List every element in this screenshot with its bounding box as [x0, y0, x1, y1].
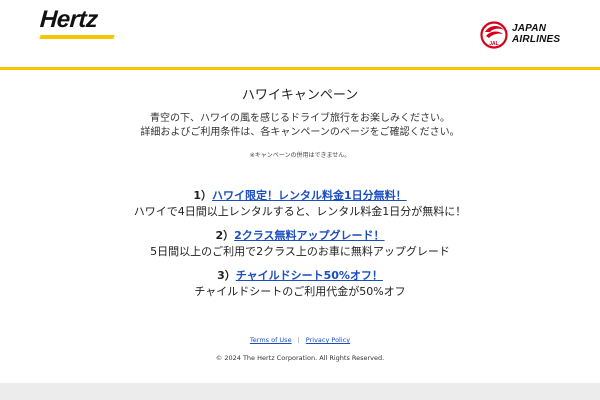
copyright-text: © 2024 The Hertz Corporation. All Rights… [215, 354, 385, 362]
hertz-logo[interactable]: Hertz [39, 6, 115, 40]
campaign-item-3: 3）チャイルドシート50%オフ！ チャイルドシートのご利用代金が50%オフ [0, 268, 600, 300]
jal-logo[interactable]: JAL JAPAN AIRLINES [480, 20, 580, 50]
campaign-item-1: 1）ハワイ限定！レンタル料金1日分無料！ ハワイで4日間以上レンタルすると、レン… [0, 188, 600, 220]
campaign-note: ※キャンペーンの併用はできません。 [249, 152, 351, 159]
bottom-band [0, 383, 600, 400]
header: Hertz JAL JAPAN AIRLINES [0, 0, 600, 68]
hertz-logo-text: Hertz [39, 6, 99, 33]
campaign-number: 1） [193, 189, 212, 202]
hertz-logo-underline [39, 35, 115, 39]
jal-wordmark: JAPAN AIRLINES [512, 23, 560, 45]
campaign-description: ハワイで4日間以上レンタルすると、レンタル料金1日分が無料に！ [133, 205, 467, 218]
campaign-number: 3） [217, 269, 236, 282]
jal-mark-text: JAL [489, 41, 498, 47]
terms-of-use-link[interactable]: Terms of Use [250, 336, 292, 344]
footer-links: Terms of Use | Privacy Policy [0, 336, 600, 344]
campaign-heading: 3）チャイルドシート50%オフ！ [0, 268, 600, 284]
header-divider [0, 67, 600, 70]
jal-crane-icon: JAL [480, 21, 508, 49]
privacy-policy-link[interactable]: Privacy Policy [306, 336, 350, 344]
campaign-link-upgrade[interactable]: 2クラス無料アップグレード！ [234, 229, 384, 242]
campaign-heading: 1）ハワイ限定！レンタル料金1日分無料！ [0, 188, 600, 204]
intro-line-1: 青空の下、ハワイの風を感じるドライブ旅行をお楽しみください。 [150, 113, 450, 124]
intro-text: 青空の下、ハワイの風を感じるドライブ旅行をお楽しみください。 詳細およびご利用条… [0, 112, 600, 140]
jal-wordmark-line1: JAPAN [512, 23, 547, 34]
intro-line-2: 詳細およびご利用条件は、各キャンペーンのページをご確認ください。 [140, 127, 460, 138]
campaign-link-child-seat[interactable]: チャイルドシート50%オフ！ [236, 269, 383, 282]
campaign-number: 2） [215, 229, 235, 242]
page-title: ハワイキャンペーン [241, 88, 359, 103]
footer-separator: | [297, 336, 300, 344]
jal-wordmark-line2: AIRLINES [512, 34, 561, 45]
campaign-item-2: 2）2クラス無料アップグレード！ 5日間以上のご利用で2クラス上のお車に無料アッ… [0, 228, 600, 260]
campaign-description: 5日間以上のご利用で2クラス上のお車に無料アップグレード [150, 245, 450, 258]
campaign-heading: 2）2クラス無料アップグレード！ [0, 228, 600, 244]
campaign-description: チャイルドシートのご利用代金が50%オフ [194, 285, 406, 298]
campaign-link-free-day[interactable]: ハワイ限定！レンタル料金1日分無料！ [212, 189, 407, 202]
